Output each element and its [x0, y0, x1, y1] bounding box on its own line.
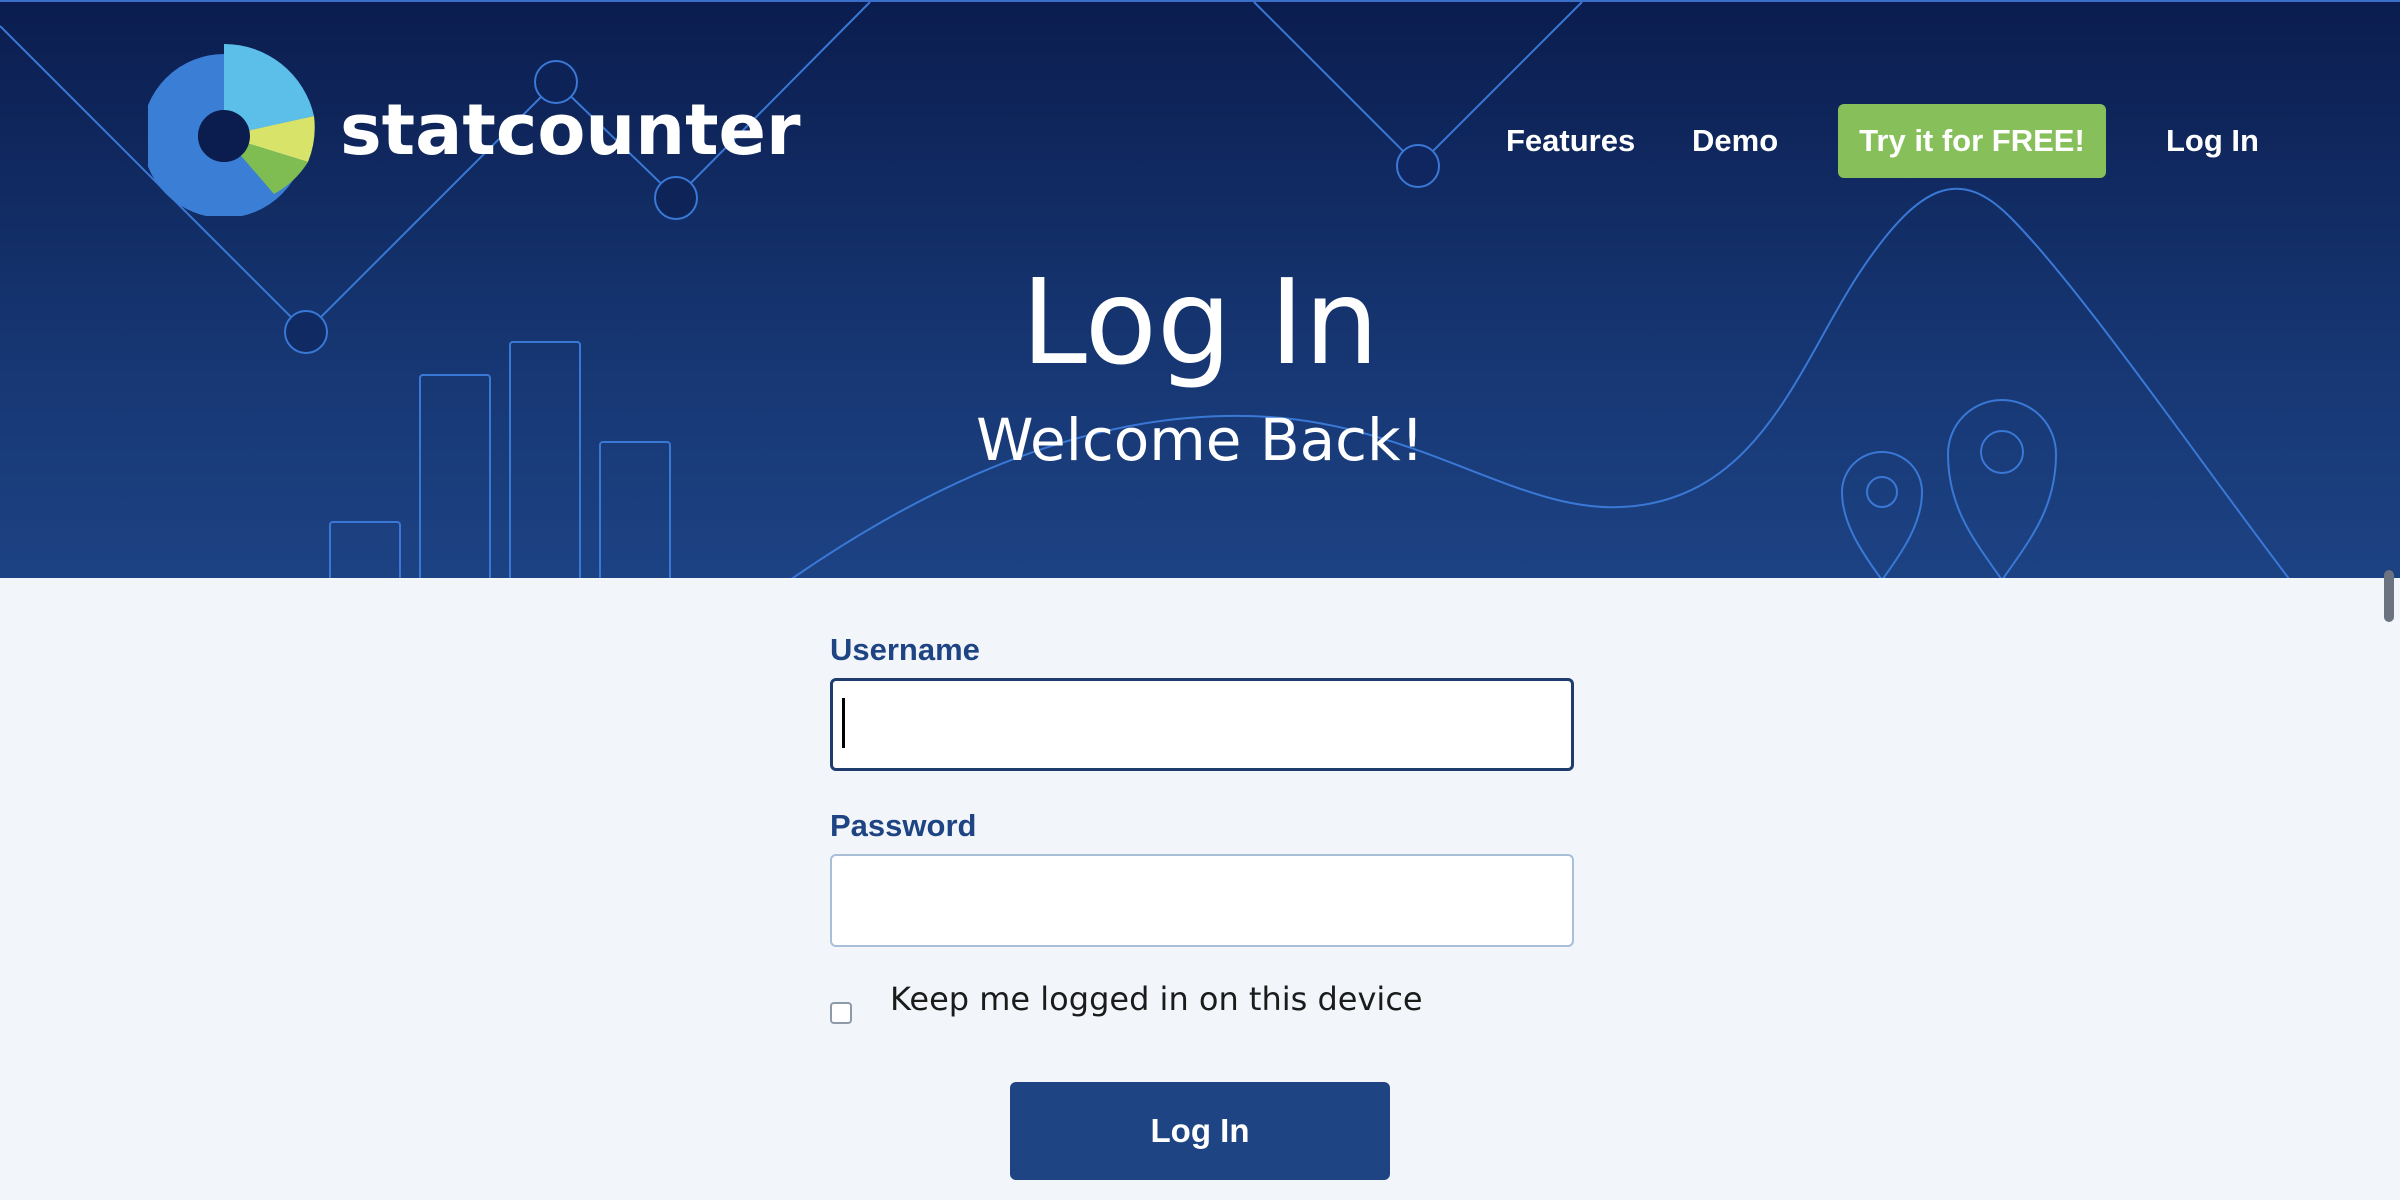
page-title: Log In [1021, 253, 1379, 391]
statcounter-logo-icon [148, 43, 315, 216]
username-input[interactable] [830, 678, 1574, 771]
remember-me-checkbox[interactable] [830, 1002, 852, 1024]
password-label: Password [830, 808, 977, 843]
nav-features-link[interactable]: Features [1506, 104, 1635, 178]
text-caret [842, 698, 845, 748]
username-label: Username [830, 632, 980, 667]
remember-me-label[interactable]: Keep me logged in on this device [890, 980, 1423, 1018]
hero-banner: statcounter Features Demo Try it for FRE… [0, 0, 2400, 578]
login-submit-button[interactable]: Log In [1010, 1082, 1390, 1180]
brand-logo[interactable]: statcounter [148, 42, 801, 217]
password-input[interactable] [830, 854, 1574, 947]
nav-login-link[interactable]: Log In [2166, 104, 2259, 178]
page-scrollbar[interactable] [2384, 570, 2394, 622]
try-free-button[interactable]: Try it for FREE! [1838, 104, 2106, 178]
page-subtitle: Welcome Back! [976, 406, 1424, 474]
nav-demo-link[interactable]: Demo [1692, 104, 1778, 178]
brand-name: statcounter [340, 88, 801, 171]
